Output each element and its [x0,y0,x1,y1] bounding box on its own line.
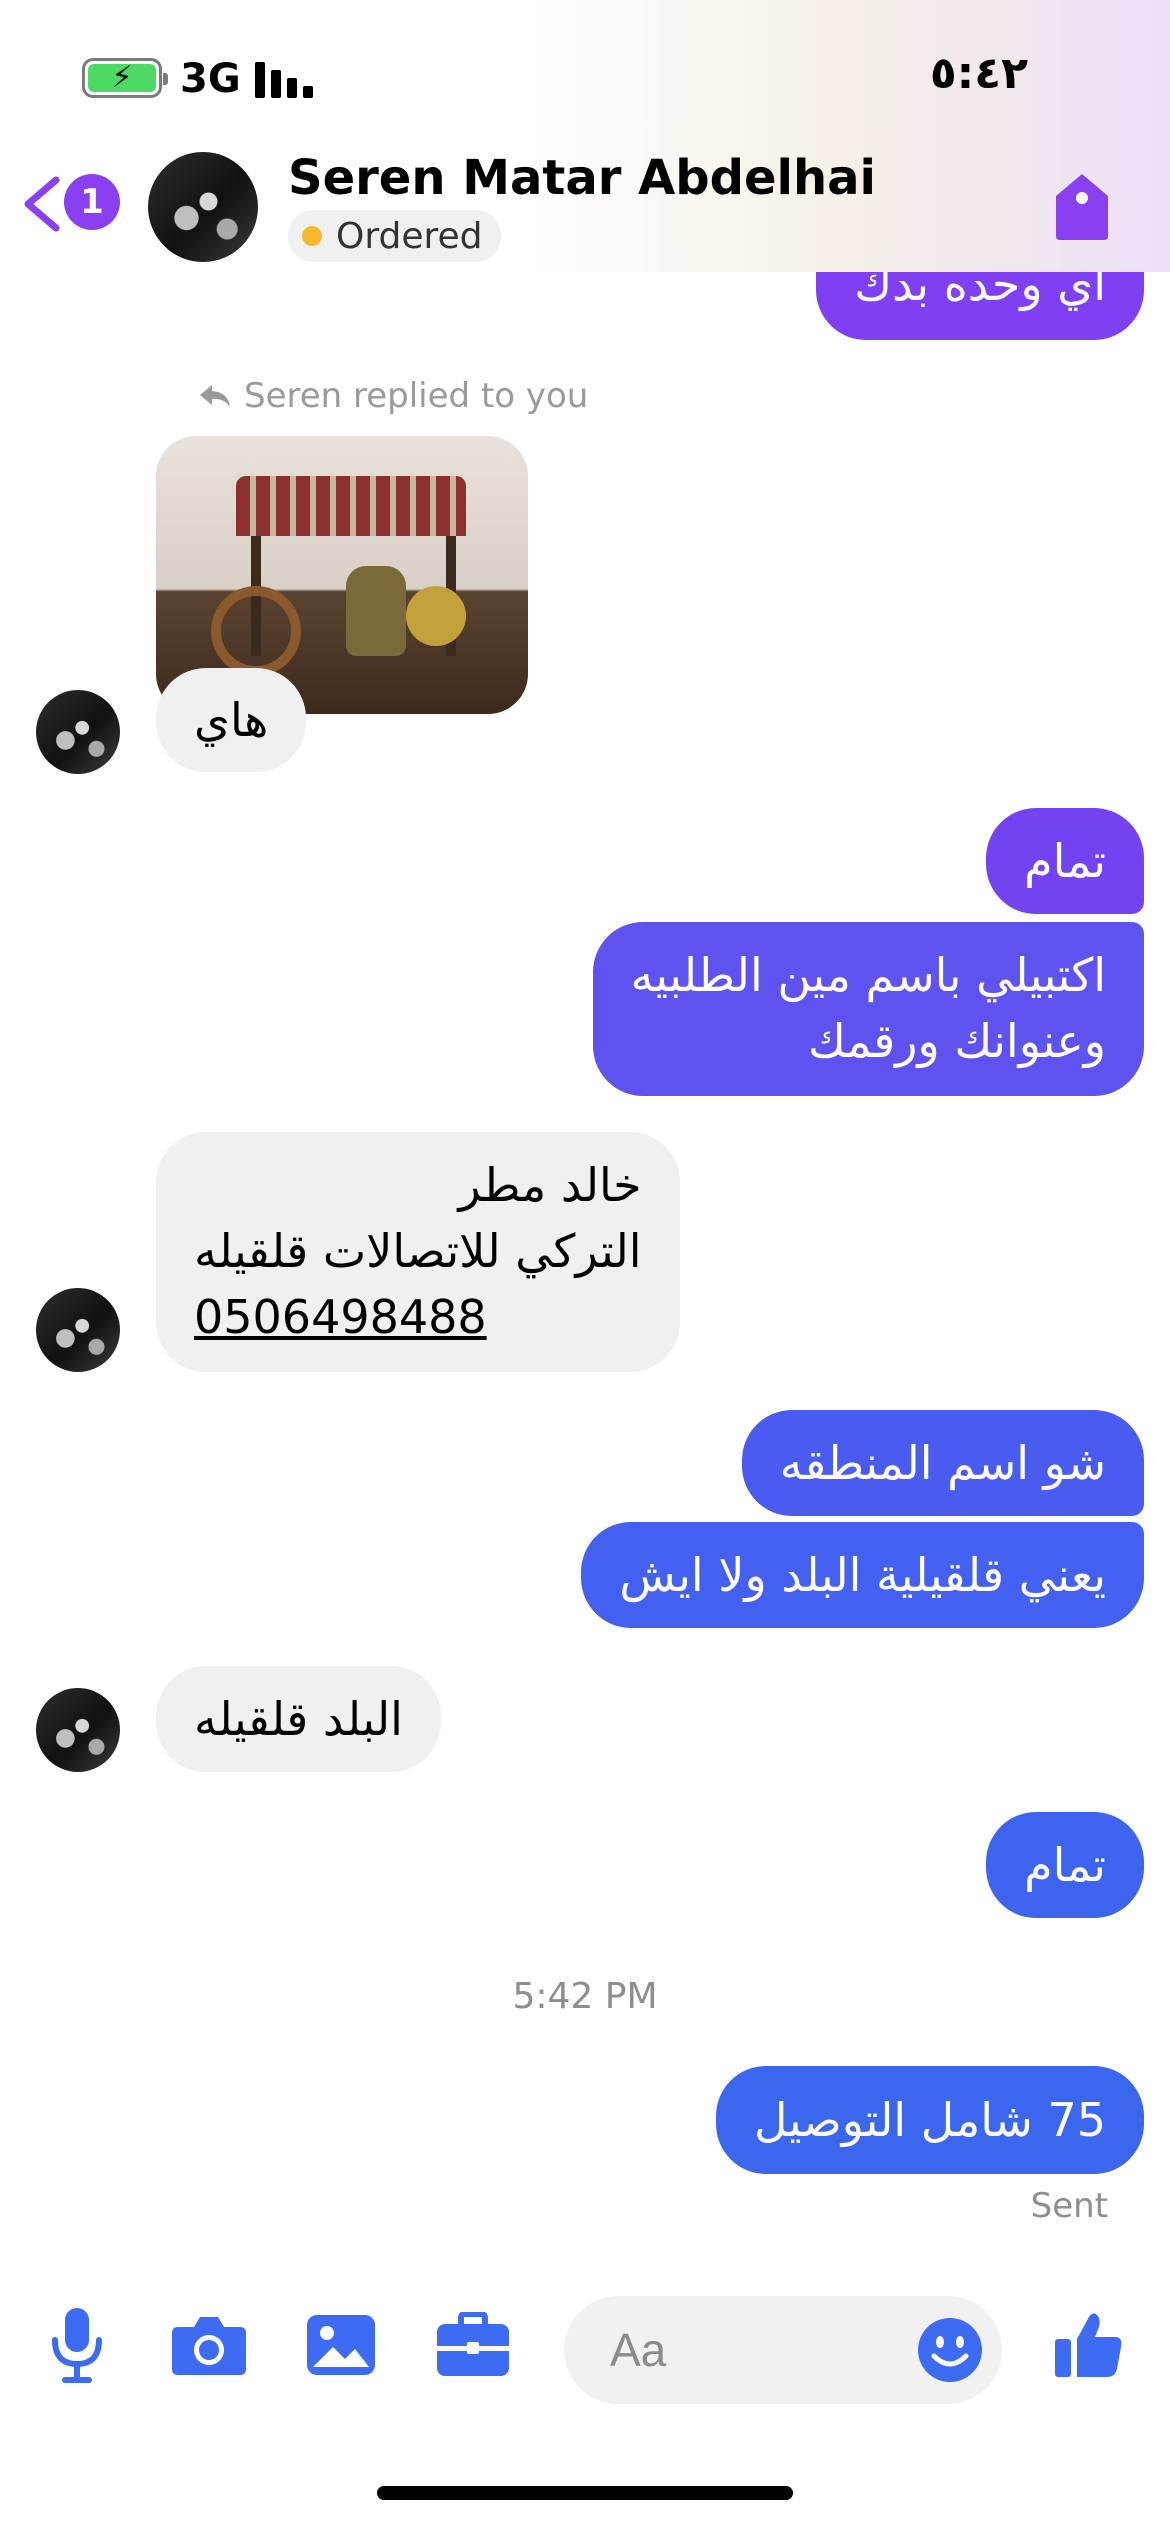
smiley-icon [918,2318,982,2382]
unread-badge: 1 [64,174,120,230]
message-bubble-sent[interactable]: تمام [986,808,1144,914]
delivery-status: Sent [1030,2186,1108,2226]
like-button[interactable] [1044,2300,1134,2390]
message-bubble-received[interactable]: هاي [156,668,307,772]
briefcase-icon [437,2312,509,2376]
microphone-icon [52,2308,102,2383]
camera-button[interactable] [164,2300,254,2390]
microphone-button[interactable] [32,2300,122,2390]
business-tools-button[interactable] [428,2300,518,2390]
reply-indicator: Seren replied to you [198,376,588,416]
emoji-button[interactable] [916,2316,984,2384]
conversation-header: ⚡ 3G ٥:٤٢ 1 Seren Matar Abdelhai Ordered [0,0,1170,272]
message-bubble-sent[interactable]: يعني قلقيلية البلد ولا ايش [581,1522,1144,1628]
camera-icon [172,2317,246,2375]
reply-note-text: Seren replied to you [244,376,589,416]
message-bubble-sent[interactable]: 75 شامل التوصيل [715,2066,1144,2174]
message-line: خالد مطر [458,1158,642,1212]
phone-link[interactable]: 0506498488 [194,1284,642,1350]
sender-avatar[interactable] [36,690,120,774]
photo-icon [307,2315,375,2375]
gallery-button[interactable] [296,2300,386,2390]
order-status-label: Ordered [336,215,483,257]
order-status-badge[interactable]: Ordered [288,210,501,262]
message-line: وعنوانك ورقمك [807,1014,1106,1068]
network-type: 3G [180,56,241,102]
chevron-left-icon [24,176,60,232]
message-bubble-sent[interactable]: تمام [986,1812,1144,1918]
signal-icon [255,62,317,98]
message-timestamp: 5:42 PM [512,1976,658,2017]
thumbs-up-icon [1055,2313,1122,2377]
contact-avatar[interactable] [148,152,258,262]
message-bubble-received[interactable]: خالد مطر التركي للاتصالات قلقيله 0506498… [156,1132,680,1372]
message-bubble-sent[interactable]: اكتبيلي باسم مين الطلبيه وعنوانك ورقمك [592,922,1144,1096]
sender-avatar[interactable] [36,1688,120,1772]
tag-icon [1056,174,1108,240]
battery-icon: ⚡ [82,58,168,98]
clock: ٥:٤٢ [929,48,1028,99]
home-indicator[interactable] [377,2486,793,2500]
status-dot-icon [302,226,322,246]
reply-icon [200,385,230,407]
message-bubble-sent[interactable]: شو اسم المنطقه [741,1410,1144,1516]
message-input[interactable] [610,2320,910,2380]
message-line: اكتبيلي باسم مين الطلبيه [630,948,1106,1002]
message-input-container[interactable] [564,2296,1002,2404]
message-bubble-received[interactable]: البلد قلقيله [156,1666,441,1772]
message-line: التركي للاتصالات قلقيله [194,1224,642,1278]
status-bar: ⚡ 3G ٥:٤٢ [0,0,1170,150]
tag-button[interactable] [1054,172,1110,242]
back-button[interactable]: 1 [20,170,130,240]
contact-name[interactable]: Seren Matar Abdelhai [288,150,876,206]
sender-avatar[interactable] [36,1288,120,1372]
